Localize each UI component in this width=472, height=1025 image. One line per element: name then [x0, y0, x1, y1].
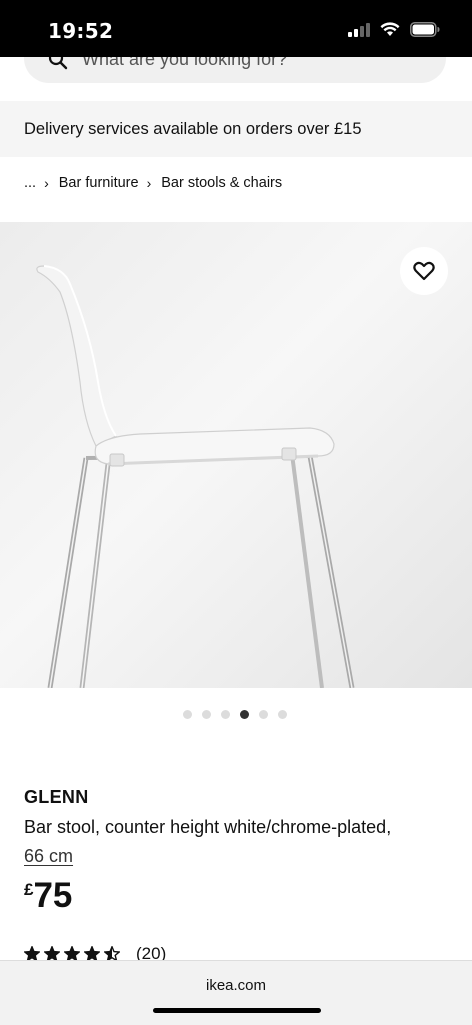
delivery-banner-text: Delivery services available on orders ov…	[24, 120, 362, 138]
chevron-right-icon: ›	[146, 175, 152, 191]
pagination-dot[interactable]	[240, 710, 249, 719]
product-price: £75	[24, 876, 72, 916]
breadcrumb-ellipsis[interactable]: ...	[24, 175, 36, 191]
battery-icon	[410, 22, 440, 37]
pagination-dot[interactable]	[202, 710, 211, 719]
image-pagination-dots[interactable]	[183, 710, 287, 719]
browser-url[interactable]: ikea.com	[0, 977, 472, 994]
home-indicator	[153, 1008, 321, 1013]
heart-icon	[413, 261, 435, 281]
pagination-dot[interactable]	[278, 710, 287, 719]
status-bar: 19:52	[0, 0, 472, 57]
chevron-right-icon: ›	[44, 175, 49, 191]
product-size-link[interactable]: 66 cm	[24, 846, 73, 867]
product-image[interactable]	[0, 222, 472, 688]
price-currency: £	[24, 880, 34, 899]
delivery-banner: Delivery services available on orders ov…	[0, 101, 472, 157]
product-description: Bar stool, counter height white/chrome-p…	[24, 817, 392, 837]
browser-url-bar[interactable]: ikea.com	[0, 960, 472, 1025]
pagination-dot[interactable]	[221, 710, 230, 719]
status-time: 19:52	[48, 19, 114, 43]
search-placeholder: What are you looking for?	[82, 57, 288, 69]
cellular-signal-icon	[348, 22, 370, 37]
search-icon	[48, 57, 68, 70]
breadcrumb-bar-stools-chairs[interactable]: Bar stools & chairs	[161, 175, 282, 191]
wifi-icon	[380, 22, 400, 36]
product-name: GLENN	[24, 787, 89, 807]
pagination-dot[interactable]	[259, 710, 268, 719]
breadcrumb-bar-furniture[interactable]: Bar furniture	[59, 175, 139, 191]
bar-stool-illustration	[36, 265, 355, 688]
search-input[interactable]: What are you looking for?	[24, 57, 446, 83]
breadcrumb: ... › Bar furniture › Bar stools & chair…	[24, 173, 282, 193]
search-area: What are you looking for?	[0, 57, 472, 101]
pagination-dot[interactable]	[183, 710, 192, 719]
status-icons	[348, 22, 440, 37]
price-amount: 75	[33, 876, 73, 915]
favorite-button[interactable]	[400, 247, 448, 295]
